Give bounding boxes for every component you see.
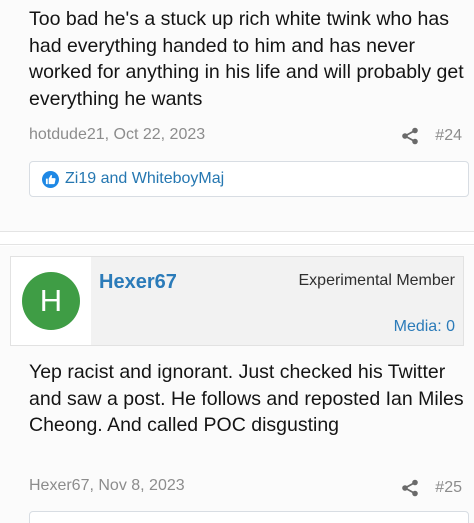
post-actions: #24	[401, 127, 462, 145]
share-icon[interactable]	[401, 127, 419, 145]
post-24: Too bad he's a stuck up rich white twink…	[0, 0, 474, 232]
post-body: Yep racist and ignorant. Just checked hi…	[29, 361, 464, 436]
username-link[interactable]: Hexer67	[99, 271, 177, 294]
user-block: H Hexer67 Experimental Member Media: 0	[10, 256, 464, 346]
post-body: Too bad he's a stuck up rich white twink…	[29, 8, 464, 110]
post-25: H Hexer67 Experimental Member Media: 0 Y…	[0, 246, 474, 523]
reactions-bar[interactable]	[29, 511, 469, 523]
post-actions: #25	[401, 479, 462, 497]
post-separator	[0, 233, 474, 245]
user-title: Experimental Member	[298, 272, 456, 289]
reactions-users[interactable]: Zi19 and WhiteboyMaj	[65, 170, 224, 188]
reactions-bar[interactable]: Zi19 and WhiteboyMaj	[29, 161, 469, 197]
post-author-date[interactable]: Hexer67, Nov 8, 2023	[29, 477, 185, 495]
like-icon	[42, 170, 59, 188]
post-number-link[interactable]: #24	[435, 127, 462, 145]
share-icon[interactable]	[401, 479, 419, 497]
post-author-date[interactable]: hotdude21, Oct 22, 2023	[29, 126, 205, 144]
user-media-link[interactable]: Media: 0	[394, 318, 455, 336]
avatar-cell: H	[11, 257, 91, 345]
avatar[interactable]: H	[22, 272, 80, 330]
user-info: Hexer67 Experimental Member Media: 0	[91, 257, 463, 345]
post-number-link[interactable]: #25	[435, 479, 462, 497]
